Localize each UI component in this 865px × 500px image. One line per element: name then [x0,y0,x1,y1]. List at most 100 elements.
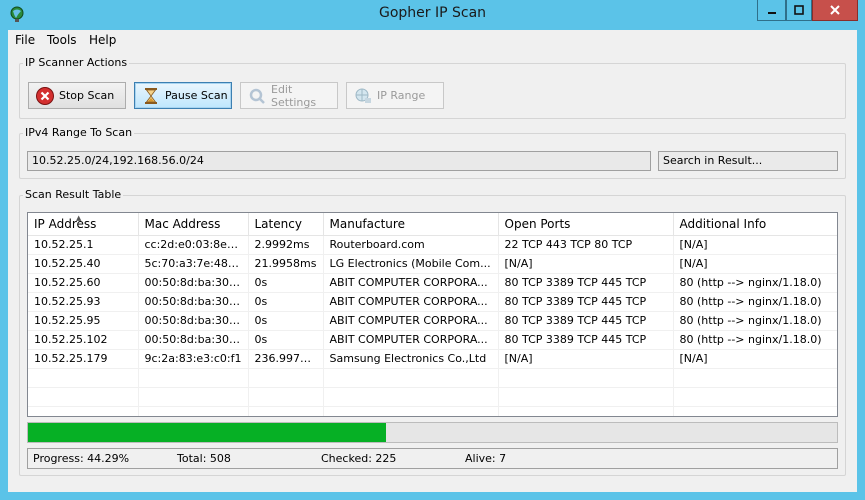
table-cell: LG Electronics (Mobile Com... [323,254,499,274]
empty-cell [138,406,249,416]
empty-cell [673,368,837,388]
column-open-ports[interactable]: Open Ports [498,213,674,236]
table-cell: Samsung Electronics Co.,Ltd [323,349,499,369]
table-cell: 00:50:8d:ba:30:12 [138,273,249,293]
status-alive: Alive: 7 [465,452,507,465]
table-cell: 80 TCP 3389 TCP 445 TCP [498,330,674,350]
empty-cell [138,368,249,388]
column-label: Mac Address [144,216,221,231]
empty-cell [673,387,837,407]
table-cell: 80 TCP 3389 TCP 445 TCP [498,292,674,312]
settings-icon [249,88,265,104]
close-icon [830,5,840,15]
table-row[interactable]: 10.52.25.179 9c:2a:83:e3:c0:f1 236.9978ms S… [28,349,837,369]
table-cell: 10.52.25.95 [28,311,139,331]
table-cell: [N/A] [498,349,674,369]
column-additional-info[interactable]: Additional Info [673,213,837,236]
minimize-button[interactable] [757,0,786,21]
empty-cell [28,387,139,407]
scan-result-table[interactable]: IP Address ▲ Mac Address Latency Manufac… [27,212,838,417]
ipv4-range-label: IPv4 Range To Scan [23,126,135,139]
table-body: 10.52.25.1 cc:2d:e0:03:8e:b1 2.9992ms Route… [28,235,837,416]
empty-cell [28,406,139,416]
empty-row [28,387,837,407]
empty-row [28,406,837,416]
empty-cell [138,387,249,407]
table-cell: 236.9978ms [248,349,324,369]
table-cell: 9c:2a:83:e3:c0:f1 [138,349,249,369]
empty-cell [323,406,499,416]
maximize-icon [794,5,804,15]
table-cell: ABIT COMPUTER CORPORA... [323,292,499,312]
network-globe-icon [355,88,371,103]
table-cell: 10.52.25.102 [28,330,139,350]
pause-scan-label: Pause Scan [165,89,228,102]
table-cell: 0s [248,273,324,293]
empty-cell [248,406,324,416]
table-cell: 80 (http --> nginx/1.18.0) [673,330,837,350]
column-latency[interactable]: Latency [248,213,324,236]
maximize-button[interactable] [786,0,812,21]
table-cell: 10.52.25.93 [28,292,139,312]
table-row[interactable]: 10.52.25.102 00:50:8d:ba:30:12 0s ABIT COMP… [28,330,837,350]
table-cell: ABIT COMPUTER CORPORA... [323,330,499,350]
edit-settings-label: Edit Settings [271,82,317,109]
column-label: IP Address [34,216,97,231]
empty-cell [248,368,324,388]
column-mac-address[interactable]: Mac Address [138,213,249,236]
status-progress: Progress: 44.29% [33,452,130,465]
scanner-actions-label: IP Scanner Actions [23,56,130,69]
edit-settings-button[interactable]: Edit Settings [240,82,338,109]
table-cell: 10.52.25.179 [28,349,139,369]
status-checked: Checked: 225 [321,452,397,465]
menu-tools[interactable]: Tools [47,33,77,47]
table-cell: 00:50:8d:ba:30:12 [138,330,249,350]
table-cell: 80 (http --> nginx/1.18.0) [673,311,837,331]
sort-ascending-icon: ▲ [76,214,82,222]
window-title: Gopher IP Scan [378,5,487,21]
title-bar[interactable]: Gopher IP Scan [0,0,865,30]
table-cell: [N/A] [673,349,837,369]
minimize-icon [767,12,776,14]
ip-range-button[interactable]: IP Range [346,82,444,109]
search-result-button[interactable]: Search in Result... [658,151,838,171]
table-cell: 5c:70:a3:7e:48:1b [138,254,249,274]
column-label: Additional Info [679,216,767,231]
close-button[interactable] [812,0,858,21]
menu-help[interactable]: Help [89,33,116,47]
empty-cell [498,368,674,388]
table-row[interactable]: 10.52.25.95 00:50:8d:ba:30:12 0s ABIT COMPU… [28,311,837,331]
table-cell: [N/A] [673,235,837,255]
table-row[interactable]: 10.52.25.1 cc:2d:e0:03:8e:b1 2.9992ms Route… [28,235,837,255]
table-cell: 80 TCP 3389 TCP 445 TCP [498,311,674,331]
table-header: IP Address ▲ Mac Address Latency Manufac… [28,213,837,236]
table-row[interactable]: 10.52.25.40 5c:70:a3:7e:48:1b 21.9958ms LG … [28,254,837,274]
pause-scan-button[interactable]: Pause Scan [134,82,232,109]
table-cell: ABIT COMPUTER CORPORA... [323,311,499,331]
table-cell: cc:2d:e0:03:8e:b1 [138,235,249,255]
table-cell: 80 (http --> nginx/1.18.0) [673,292,837,312]
table-cell: Routerboard.com [323,235,499,255]
column-ip-address[interactable]: IP Address ▲ [28,213,139,236]
stop-icon [36,86,54,105]
column-label: Open Ports [504,216,571,231]
empty-cell [248,387,324,407]
scan-result-label: Scan Result Table [23,188,124,201]
stop-scan-button[interactable]: Stop Scan [28,82,126,109]
menu-file[interactable]: File [15,33,35,47]
ip-range-input[interactable]: 10.52.25.0/24,192.168.56.0/24 [27,151,651,171]
column-label: Manufacture [329,216,405,231]
table-cell: 10.52.25.60 [28,273,139,293]
empty-row [28,368,837,388]
empty-cell [28,368,139,388]
empty-cell [323,368,499,388]
table-cell: 0s [248,311,324,331]
ip-range-label: IP Range [377,89,426,102]
table-cell: 10.52.25.40 [28,254,139,274]
table-cell: 80 (http --> nginx/1.18.0) [673,273,837,293]
hourglass-icon [145,87,157,104]
table-row[interactable]: 10.52.25.60 00:50:8d:ba:30:12 0s ABIT COMPU… [28,273,837,293]
column-manufacture[interactable]: Manufacture [323,213,499,236]
column-label: Latency [254,216,302,231]
table-row[interactable]: 10.52.25.93 00:50:8d:ba:30:12 0s ABIT COMPU… [28,292,837,312]
